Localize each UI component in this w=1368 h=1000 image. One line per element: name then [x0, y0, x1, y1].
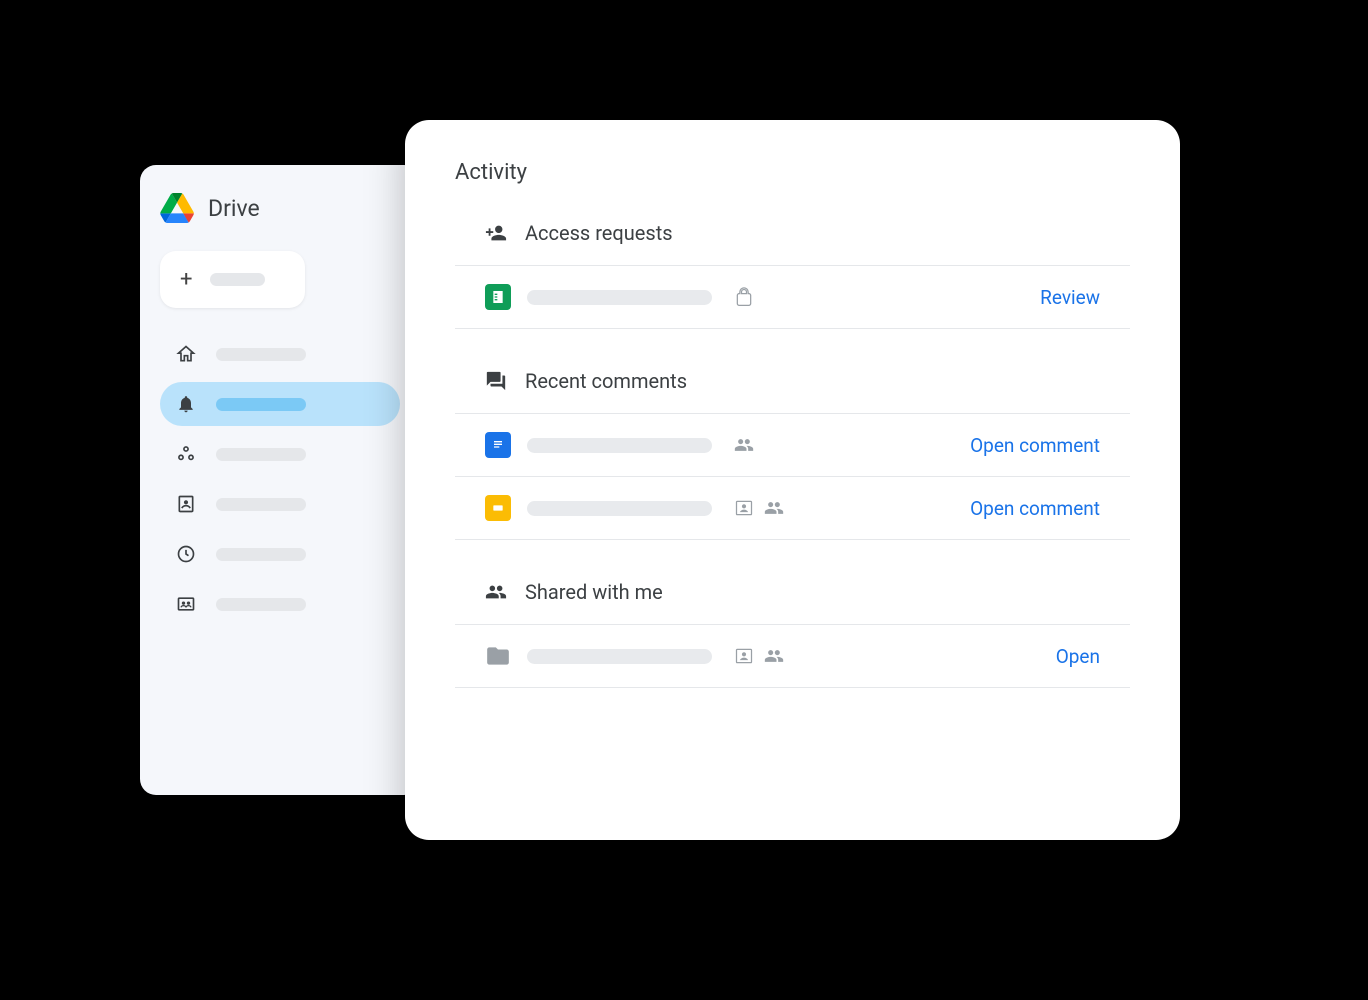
sidebar-item-shared[interactable] [160, 582, 400, 626]
open-link[interactable]: Open [1056, 645, 1100, 668]
people-icon [764, 498, 784, 518]
meta-icons [734, 646, 784, 666]
slides-icon [485, 495, 511, 521]
open-comment-link[interactable]: Open comment [970, 497, 1100, 520]
meta-icons [734, 287, 754, 307]
folder-icon [485, 643, 511, 669]
people-box-icon [176, 594, 196, 614]
comment-icon [485, 370, 507, 392]
people-icon [734, 435, 754, 455]
panel-title: Activity [455, 160, 1130, 185]
people-icon [764, 646, 784, 666]
drive-sidebar: Drive + [140, 165, 420, 795]
filename-placeholder [527, 290, 712, 305]
bell-icon [176, 394, 196, 414]
section-title: Recent comments [525, 369, 687, 393]
sidebar-item-recent[interactable] [160, 532, 400, 576]
section-title: Shared with me [525, 580, 663, 604]
docs-icon [485, 432, 511, 458]
review-link[interactable]: Review [1040, 286, 1100, 309]
clock-icon [176, 544, 196, 564]
nav-label-placeholder [216, 598, 306, 611]
sidebar-item-activity[interactable] [160, 382, 400, 426]
new-button[interactable]: + [160, 251, 305, 308]
shared-item[interactable]: Open [455, 625, 1130, 688]
section-recent-comments: Recent comments Open comment Open commen… [455, 369, 1130, 540]
section-header: Recent comments [455, 369, 1130, 414]
sidebar-item-workspaces[interactable] [160, 432, 400, 476]
sheets-icon [485, 284, 511, 310]
circles-icon [176, 444, 196, 464]
contact-icon [176, 494, 196, 514]
activity-panel: Activity Access requests Review Recent c… [405, 120, 1180, 840]
people-icon [485, 581, 507, 603]
section-shared-with-me: Shared with me Open [455, 580, 1130, 688]
nav-label-placeholder [216, 448, 306, 461]
sidebar-item-shared-drives[interactable] [160, 482, 400, 526]
person-box-icon [734, 498, 754, 518]
filename-placeholder [527, 649, 712, 664]
meta-icons [734, 498, 784, 518]
sidebar-title: Drive [208, 195, 260, 222]
comment-item[interactable]: Open comment [455, 414, 1130, 477]
sidebar-header: Drive [160, 193, 400, 223]
person-box-icon [734, 646, 754, 666]
section-header: Access requests [455, 221, 1130, 266]
section-access-requests: Access requests Review [455, 221, 1130, 329]
meta-icons [734, 435, 754, 455]
nav-label-placeholder [216, 548, 306, 561]
home-icon [176, 344, 196, 364]
new-button-label-placeholder [210, 273, 265, 286]
filename-placeholder [527, 501, 712, 516]
sidebar-item-home[interactable] [160, 332, 400, 376]
drive-logo-icon [160, 193, 194, 223]
plus-icon: + [180, 267, 192, 292]
access-request-item[interactable]: Review [455, 266, 1130, 329]
nav-label-placeholder [216, 398, 306, 411]
filename-placeholder [527, 438, 712, 453]
section-title: Access requests [525, 221, 673, 245]
section-header: Shared with me [455, 580, 1130, 625]
open-comment-link[interactable]: Open comment [970, 434, 1100, 457]
comment-item[interactable]: Open comment [455, 477, 1130, 540]
lock-icon [734, 287, 754, 307]
nav-label-placeholder [216, 498, 306, 511]
nav-label-placeholder [216, 348, 306, 361]
person-add-icon [485, 222, 507, 244]
